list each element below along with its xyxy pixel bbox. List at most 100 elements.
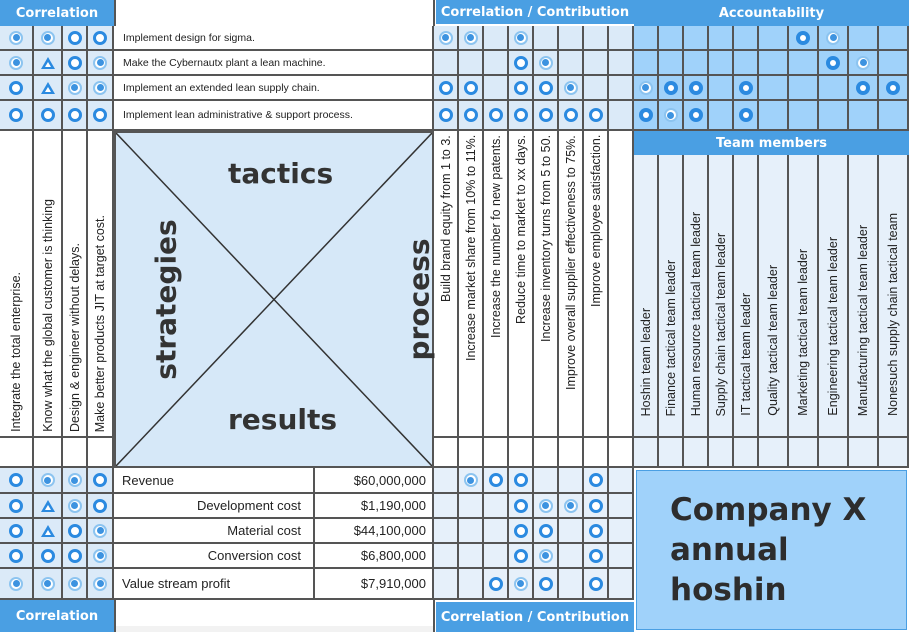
result-correlation-cell[interactable] — [63, 494, 88, 519]
tactic-accountability-cell[interactable] — [659, 101, 684, 131]
tactic-accountability-cell[interactable] — [684, 101, 709, 131]
tactic-correlation-cell[interactable] — [88, 51, 114, 76]
result-contribution-cell[interactable] — [559, 569, 584, 600]
tactic-contribution-cell[interactable] — [459, 51, 484, 76]
result-contribution-cell[interactable] — [459, 544, 484, 569]
tactic-contribution-cell[interactable] — [559, 51, 584, 76]
tactic-correlation-cell[interactable] — [88, 101, 114, 131]
tactic-contribution-cell[interactable] — [434, 76, 459, 101]
tactic-correlation-cell[interactable] — [0, 76, 34, 101]
result-correlation-cell[interactable] — [34, 494, 63, 519]
result-contribution-cell[interactable] — [609, 494, 634, 519]
tactic-accountability-cell[interactable] — [709, 76, 734, 101]
tactic-correlation-cell[interactable] — [0, 51, 34, 76]
tactic-contribution-cell[interactable] — [484, 101, 509, 131]
result-contribution-cell[interactable] — [534, 468, 559, 494]
result-contribution-cell[interactable] — [434, 569, 459, 600]
tactic-accountability-cell[interactable] — [759, 26, 789, 51]
tactic-accountability-cell[interactable] — [849, 101, 879, 131]
tactic-accountability-cell[interactable] — [734, 101, 759, 131]
result-contribution-cell[interactable] — [559, 468, 584, 494]
tactic-accountability-cell[interactable] — [879, 51, 909, 76]
tactic-contribution-cell[interactable] — [509, 76, 534, 101]
result-contribution-cell[interactable] — [534, 544, 559, 569]
result-correlation-cell[interactable] — [0, 569, 34, 600]
tactic-correlation-cell[interactable] — [63, 26, 88, 51]
result-contribution-cell[interactable] — [584, 468, 609, 494]
tactic-accountability-cell[interactable] — [849, 26, 879, 51]
result-correlation-cell[interactable] — [88, 544, 114, 569]
tactic-contribution-cell[interactable] — [509, 101, 534, 131]
result-contribution-cell[interactable] — [509, 494, 534, 519]
tactic-accountability-cell[interactable] — [879, 26, 909, 51]
result-contribution-cell[interactable] — [459, 569, 484, 600]
tactic-accountability-cell[interactable] — [819, 51, 849, 76]
tactic-contribution-cell[interactable] — [434, 101, 459, 131]
result-contribution-cell[interactable] — [584, 544, 609, 569]
tactic-accountability-cell[interactable] — [634, 76, 659, 101]
result-correlation-cell[interactable] — [63, 519, 88, 544]
result-contribution-cell[interactable] — [509, 519, 534, 544]
result-correlation-cell[interactable] — [0, 544, 34, 569]
tactic-accountability-cell[interactable] — [659, 26, 684, 51]
result-contribution-cell[interactable] — [559, 494, 584, 519]
tactic-accountability-cell[interactable] — [849, 76, 879, 101]
tactic-contribution-cell[interactable] — [509, 51, 534, 76]
result-contribution-cell[interactable] — [534, 519, 559, 544]
result-contribution-cell[interactable] — [434, 519, 459, 544]
result-contribution-cell[interactable] — [434, 468, 459, 494]
tactic-contribution-cell[interactable] — [534, 26, 559, 51]
tactic-contribution-cell[interactable] — [584, 51, 609, 76]
result-contribution-cell[interactable] — [509, 544, 534, 569]
tactic-accountability-cell[interactable] — [849, 51, 879, 76]
tactic-contribution-cell[interactable] — [609, 51, 634, 76]
tactic-accountability-cell[interactable] — [789, 26, 819, 51]
result-contribution-cell[interactable] — [584, 494, 609, 519]
tactic-contribution-cell[interactable] — [459, 101, 484, 131]
tactic-accountability-cell[interactable] — [879, 101, 909, 131]
tactic-accountability-cell[interactable] — [734, 76, 759, 101]
result-correlation-cell[interactable] — [34, 468, 63, 494]
tactic-accountability-cell[interactable] — [759, 51, 789, 76]
result-contribution-cell[interactable] — [559, 544, 584, 569]
result-contribution-cell[interactable] — [534, 494, 559, 519]
result-contribution-cell[interactable] — [609, 569, 634, 600]
tactic-accountability-cell[interactable] — [759, 101, 789, 131]
result-correlation-cell[interactable] — [88, 569, 114, 600]
result-correlation-cell[interactable] — [88, 468, 114, 494]
tactic-correlation-cell[interactable] — [63, 101, 88, 131]
tactic-correlation-cell[interactable] — [34, 26, 63, 51]
tactic-contribution-cell[interactable] — [584, 26, 609, 51]
tactic-contribution-cell[interactable] — [559, 26, 584, 51]
tactic-accountability-cell[interactable] — [734, 26, 759, 51]
result-correlation-cell[interactable] — [63, 544, 88, 569]
tactic-accountability-cell[interactable] — [734, 51, 759, 76]
tactic-accountability-cell[interactable] — [659, 76, 684, 101]
result-correlation-cell[interactable] — [34, 544, 63, 569]
tactic-contribution-cell[interactable] — [584, 101, 609, 131]
result-correlation-cell[interactable] — [88, 519, 114, 544]
result-contribution-cell[interactable] — [484, 494, 509, 519]
tactic-correlation-cell[interactable] — [88, 26, 114, 51]
result-correlation-cell[interactable] — [63, 569, 88, 600]
tactic-contribution-cell[interactable] — [534, 51, 559, 76]
result-contribution-cell[interactable] — [609, 468, 634, 494]
tactic-contribution-cell[interactable] — [459, 76, 484, 101]
result-contribution-cell[interactable] — [534, 569, 559, 600]
result-correlation-cell[interactable] — [34, 569, 63, 600]
tactic-accountability-cell[interactable] — [634, 26, 659, 51]
tactic-accountability-cell[interactable] — [819, 76, 849, 101]
result-correlation-cell[interactable] — [34, 519, 63, 544]
tactic-contribution-cell[interactable] — [434, 26, 459, 51]
tactic-contribution-cell[interactable] — [609, 26, 634, 51]
tactic-accountability-cell[interactable] — [879, 76, 909, 101]
tactic-contribution-cell[interactable] — [609, 76, 634, 101]
tactic-accountability-cell[interactable] — [819, 101, 849, 131]
result-contribution-cell[interactable] — [434, 544, 459, 569]
tactic-contribution-cell[interactable] — [559, 76, 584, 101]
tactic-correlation-cell[interactable] — [88, 76, 114, 101]
tactic-contribution-cell[interactable] — [459, 26, 484, 51]
result-contribution-cell[interactable] — [584, 519, 609, 544]
tactic-contribution-cell[interactable] — [559, 101, 584, 131]
result-correlation-cell[interactable] — [0, 519, 34, 544]
